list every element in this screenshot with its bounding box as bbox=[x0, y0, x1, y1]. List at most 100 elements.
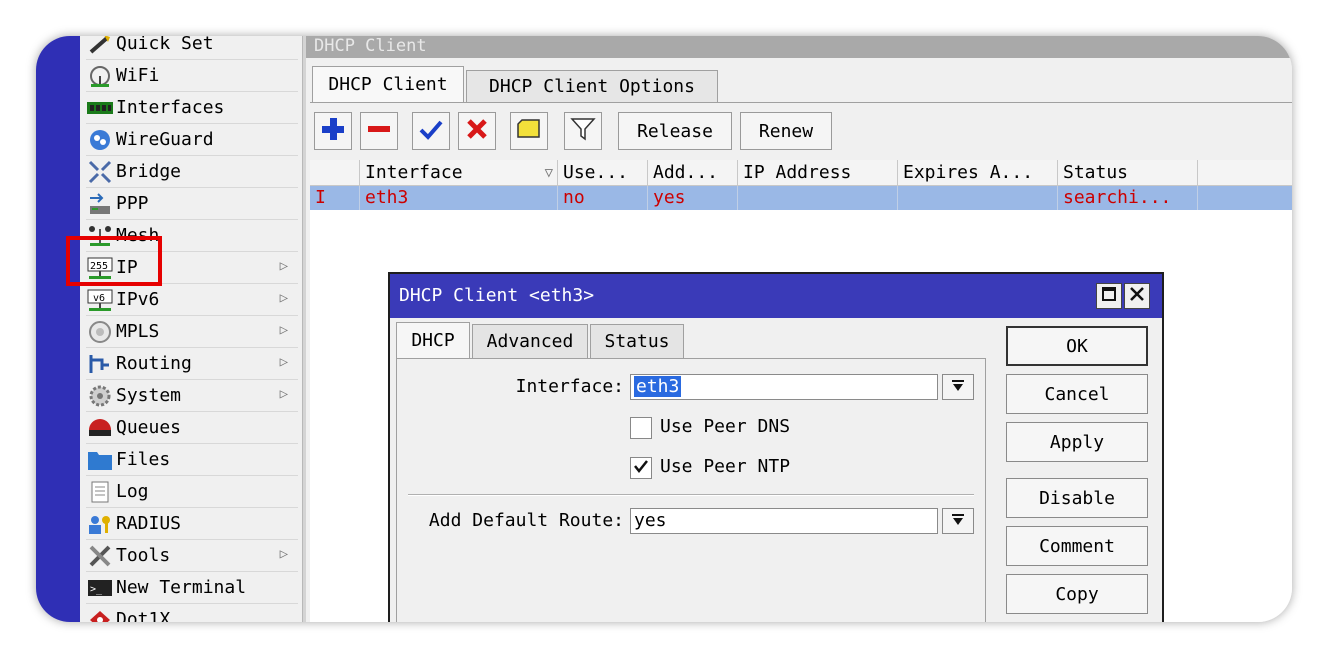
sidebar-item-mpls[interactable]: MPLS ▷ bbox=[86, 316, 298, 348]
sidebar-item-ipv6[interactable]: v6 IPv6 ▷ bbox=[86, 284, 298, 316]
table-cell-interface[interactable]: eth3 bbox=[360, 186, 558, 210]
mpls-icon bbox=[86, 319, 114, 345]
checkmark-icon bbox=[633, 458, 649, 478]
sidebar-item-label: WiFi bbox=[116, 65, 160, 86]
sidebar-item-dot1x[interactable]: Dot1X bbox=[86, 604, 298, 622]
filter-button[interactable] bbox=[564, 112, 602, 150]
use-peer-dns-checkbox[interactable] bbox=[630, 417, 652, 439]
table-cell-flag[interactable]: I bbox=[310, 186, 360, 210]
disable-button[interactable] bbox=[458, 112, 496, 150]
dropdown-arrow-icon bbox=[951, 512, 965, 531]
interface-select[interactable]: eth3 bbox=[630, 374, 938, 400]
queues-icon bbox=[86, 415, 114, 441]
tab-dhcp-client[interactable]: DHCP Client bbox=[312, 66, 464, 102]
sidebar-item-label: Routing bbox=[116, 353, 192, 374]
radius-icon bbox=[86, 511, 114, 537]
add-default-route-label: Add Default Route: bbox=[428, 510, 624, 531]
column-header-ip-address[interactable]: IP Address bbox=[738, 160, 898, 186]
submenu-arrow-icon: ▷ bbox=[279, 354, 288, 370]
sidebar-item-system[interactable]: System ▷ bbox=[86, 380, 298, 412]
apply-button[interactable]: Apply bbox=[1006, 422, 1148, 462]
submenu-arrow-icon: ▷ bbox=[279, 258, 288, 274]
ok-button[interactable]: OK bbox=[1006, 326, 1148, 366]
interfaces-icon bbox=[86, 95, 114, 121]
sidebar-item-interfaces[interactable]: Interfaces bbox=[86, 92, 298, 124]
column-header-interface[interactable]: Interface ▽ bbox=[360, 160, 558, 186]
add-button[interactable] bbox=[314, 112, 352, 150]
sidebar-item-wireguard[interactable]: WireGuard bbox=[86, 124, 298, 156]
release-button[interactable]: Release bbox=[618, 112, 732, 150]
add-default-route-select[interactable]: yes bbox=[630, 508, 938, 534]
dhcp-client-dialog: DHCP Client <eth3> DHCP Advanced Status … bbox=[388, 272, 1164, 622]
column-header-expires[interactable]: Expires A... bbox=[898, 160, 1058, 186]
tab-advanced[interactable]: Advanced bbox=[472, 324, 588, 358]
sidebar-item-label: System bbox=[116, 385, 182, 406]
column-header-flag[interactable] bbox=[310, 160, 360, 186]
close-button[interactable] bbox=[1124, 283, 1150, 309]
sidebar-item-label: Tools bbox=[116, 545, 171, 566]
sort-indicator-icon: ▽ bbox=[544, 165, 553, 181]
sidebar-item-label: Files bbox=[116, 449, 171, 470]
enable-button[interactable] bbox=[412, 112, 450, 150]
tab-dhcp[interactable]: DHCP bbox=[396, 322, 470, 358]
copy-button[interactable]: Copy bbox=[1006, 574, 1148, 614]
sidebar-item-label: WireGuard bbox=[116, 129, 214, 150]
comment-button[interactable] bbox=[510, 112, 548, 150]
sidebar-item-label: Quick Set bbox=[116, 36, 214, 54]
table-cell-status[interactable]: searchi... bbox=[1058, 186, 1198, 210]
files-icon bbox=[86, 447, 114, 473]
form-divider bbox=[408, 494, 974, 496]
use-peer-ntp-checkbox[interactable] bbox=[630, 457, 652, 479]
sidebar-item-label: MPLS bbox=[116, 321, 160, 342]
window-title: DHCP Client bbox=[306, 36, 1292, 58]
table-cell-use-peer[interactable]: no bbox=[558, 186, 648, 210]
ip-highlight-box bbox=[66, 236, 162, 286]
comment-button-dialog[interactable]: Comment bbox=[1006, 526, 1148, 566]
sidebar-item-log[interactable]: Log bbox=[86, 476, 298, 508]
table-cell-ip-address[interactable] bbox=[738, 186, 898, 210]
table-cell-add-route[interactable]: yes bbox=[648, 186, 738, 210]
sidebar-item-files[interactable]: Files bbox=[86, 444, 298, 476]
sidebar-item-queues[interactable]: Queues bbox=[86, 412, 298, 444]
app-frame: Quick Set WiFi Interfaces WireGuard Brid… bbox=[36, 36, 1292, 622]
sidebar-item-radius[interactable]: RADIUS bbox=[86, 508, 298, 540]
maximize-button[interactable] bbox=[1096, 283, 1122, 309]
tools-icon bbox=[86, 543, 114, 569]
sidebar-item-label: Interfaces bbox=[116, 97, 225, 118]
disable-button-dialog[interactable]: Disable bbox=[1006, 478, 1148, 518]
column-header-status[interactable]: Status bbox=[1058, 160, 1198, 186]
column-header-filler bbox=[1198, 160, 1292, 186]
submenu-arrow-icon: ▷ bbox=[279, 546, 288, 562]
wifi-icon bbox=[86, 63, 114, 89]
sidebar-item-label: New Terminal bbox=[116, 577, 247, 598]
ppp-icon bbox=[86, 191, 114, 217]
add-default-route-dropdown-button[interactable] bbox=[942, 508, 974, 534]
sidebar-item-label: Log bbox=[116, 481, 149, 502]
dot1x-icon bbox=[86, 607, 114, 622]
sidebar-item-wifi[interactable]: WiFi bbox=[86, 60, 298, 92]
cancel-button[interactable]: Cancel bbox=[1006, 374, 1148, 414]
tab-status[interactable]: Status bbox=[590, 324, 684, 358]
filter-icon bbox=[570, 116, 596, 147]
routing-icon bbox=[86, 351, 114, 377]
use-peer-ntp-label: Use Peer NTP bbox=[660, 456, 791, 477]
system-icon bbox=[86, 383, 114, 409]
sidebar-item-bridge[interactable]: Bridge bbox=[86, 156, 298, 188]
renew-button[interactable]: Renew bbox=[740, 112, 832, 150]
interface-label: Interface: bbox=[515, 376, 624, 397]
left-strip bbox=[36, 36, 80, 622]
sidebar-item-tools[interactable]: Tools ▷ bbox=[86, 540, 298, 572]
sidebar-item-ppp[interactable]: PPP bbox=[86, 188, 298, 220]
sidebar-item-quick-set[interactable]: Quick Set bbox=[86, 36, 298, 60]
column-header-use-peer[interactable]: Use... bbox=[558, 160, 648, 186]
table-cell-filler bbox=[1198, 186, 1292, 210]
table-cell-expires[interactable] bbox=[898, 186, 1058, 210]
tab-dhcp-client-options[interactable]: DHCP Client Options bbox=[466, 70, 718, 102]
sidebar-item-new-terminal[interactable]: >_ New Terminal bbox=[86, 572, 298, 604]
sidebar-item-routing[interactable]: Routing ▷ bbox=[86, 348, 298, 380]
interface-dropdown-button[interactable] bbox=[942, 374, 974, 400]
column-header-add-route[interactable]: Add... bbox=[648, 160, 738, 186]
remove-button[interactable] bbox=[360, 112, 398, 150]
submenu-arrow-icon: ▷ bbox=[279, 290, 288, 306]
dialog-title-bar[interactable]: DHCP Client <eth3> bbox=[390, 274, 1162, 318]
